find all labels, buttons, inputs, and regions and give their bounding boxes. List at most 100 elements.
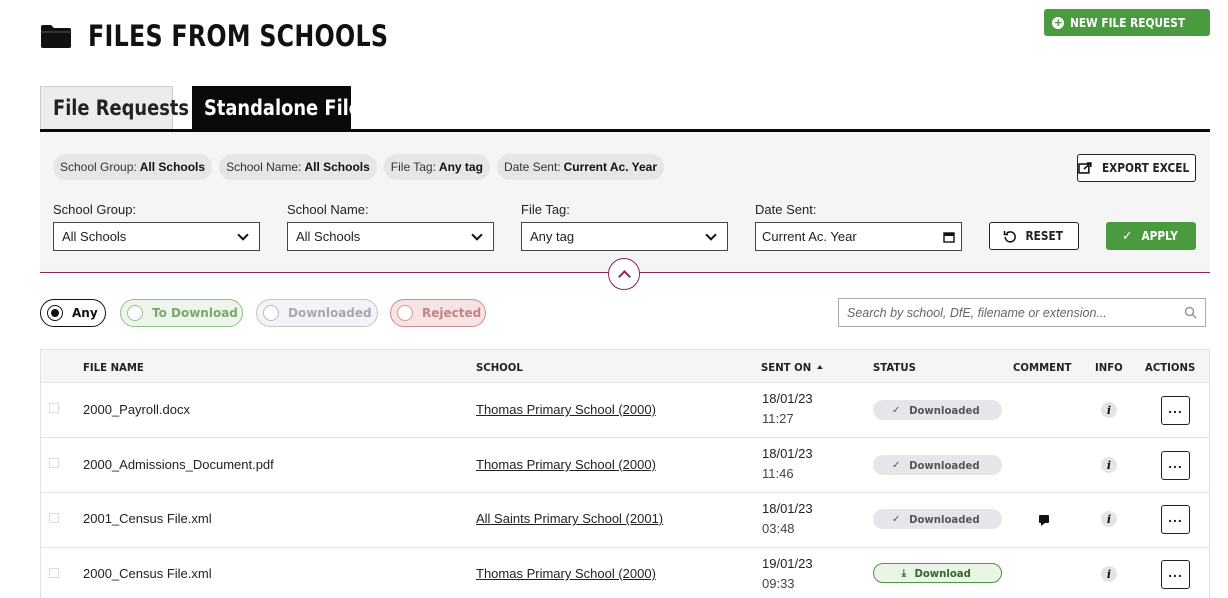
row-checkbox[interactable] xyxy=(49,403,59,413)
tab-standalone-files[interactable]: Standalone Files xyxy=(192,86,372,129)
sent-on: 18/01/23 03:48 xyxy=(762,499,813,539)
table-row[interactable]: 2000_Census File.xml Thomas Primary Scho… xyxy=(41,548,1209,598)
calendar-icon[interactable] xyxy=(943,231,955,243)
sent-date: 18/01/23 xyxy=(762,446,813,461)
chip-value: All Schools xyxy=(304,160,370,174)
school-group-value: All Schools xyxy=(62,229,127,244)
sent-date: 18/01/23 xyxy=(762,501,813,516)
filter-chip-file-tag[interactable]: File Tag: Any tag xyxy=(383,154,490,180)
table-row[interactable]: 2000_Payroll.docx Thomas Primary School … xyxy=(41,383,1209,438)
table-row[interactable]: 2001_Census File.xml All Saints Primary … xyxy=(41,493,1209,548)
chip-key: School Group: xyxy=(60,160,137,174)
school-link[interactable]: All Saints Primary School (2001) xyxy=(476,511,663,526)
status-radio-label: Downloaded xyxy=(288,306,372,320)
chevron-down-icon xyxy=(705,228,717,241)
file-tag-value: Any tag xyxy=(530,229,575,244)
files-table: FILE NAME SCHOOL SENT ON STATUS COMMENT … xyxy=(40,349,1210,598)
file-name: 2000_Payroll.docx xyxy=(83,402,190,417)
chip-key: Date Sent: xyxy=(503,160,561,174)
chip-value: All Schools xyxy=(139,160,206,174)
status-radio-label: To Download xyxy=(152,306,238,320)
school-link[interactable]: Thomas Primary School (2000) xyxy=(476,402,656,417)
status-label: Downloaded xyxy=(909,458,980,472)
sort-ascending-icon xyxy=(816,365,823,369)
actions-menu-button[interactable]: ... xyxy=(1161,396,1190,425)
tab-file-requests-label: File Requests xyxy=(53,96,189,120)
new-file-request-button[interactable]: + NEW FILE REQUEST xyxy=(1044,9,1210,36)
column-header-sent-on[interactable]: SENT ON xyxy=(761,361,823,374)
sent-date: 19/01/23 xyxy=(762,556,813,571)
actions-menu-button[interactable]: ... xyxy=(1161,560,1190,589)
info-icon[interactable]: i xyxy=(1101,511,1117,527)
search-input[interactable]: Search by school, DfE, filename or exten… xyxy=(838,298,1206,327)
filter-chip-school-name[interactable]: School Name: All Schools xyxy=(219,154,377,180)
chip-value: Current Ac. Year xyxy=(563,160,658,174)
column-header-file-name[interactable]: FILE NAME xyxy=(83,361,144,374)
row-checkbox[interactable] xyxy=(49,458,59,468)
column-header-actions: ACTIONS xyxy=(1145,361,1196,374)
school-group-select[interactable]: All Schools xyxy=(53,222,260,251)
check-icon: ✓ xyxy=(1121,228,1133,244)
sent-time: 03:48 xyxy=(762,521,795,536)
radio-icon xyxy=(263,305,279,321)
status-radio-any[interactable]: Any xyxy=(40,299,106,327)
actions-menu-button[interactable]: ... xyxy=(1161,505,1190,534)
sent-on: 18/01/23 11:46 xyxy=(762,444,813,484)
tab-file-requests[interactable]: File Requests xyxy=(40,86,189,129)
school-name-select[interactable]: All Schools xyxy=(287,222,494,251)
tab-bar: File Requests Standalone Files xyxy=(40,86,372,129)
info-icon[interactable]: i xyxy=(1101,402,1117,418)
school-group-label: School Group: xyxy=(53,202,137,217)
status-label: Download xyxy=(914,566,971,580)
column-header-status[interactable]: STATUS xyxy=(873,361,916,374)
row-checkbox[interactable] xyxy=(49,568,59,578)
file-tag-select[interactable]: Any tag xyxy=(521,222,728,251)
filter-chip-date-sent[interactable]: Date Sent: Current Ac. Year xyxy=(496,154,665,180)
file-name: 2001_Census File.xml xyxy=(83,511,212,526)
status-radio-rejected[interactable]: Rejected xyxy=(390,299,486,327)
row-checkbox[interactable] xyxy=(49,513,59,523)
radio-selected-icon xyxy=(47,305,63,321)
actions-menu-button[interactable]: ... xyxy=(1161,451,1190,480)
filter-chip-school-group[interactable]: School Group: All Schools xyxy=(53,154,213,180)
sent-on: 19/01/23 09:33 xyxy=(762,554,813,594)
new-file-request-label: NEW FILE REQUEST xyxy=(1070,15,1186,30)
apply-button[interactable]: ✓ APPLY xyxy=(1106,222,1196,250)
status-label: Downloaded xyxy=(909,512,980,526)
collapse-filters-button[interactable] xyxy=(608,258,640,290)
tab-standalone-files-label: Standalone Files xyxy=(204,95,372,120)
school-link[interactable]: Thomas Primary School (2000) xyxy=(476,566,656,581)
external-link-icon xyxy=(1078,162,1092,174)
reset-label: RESET xyxy=(1025,229,1063,243)
check-icon: ✓ xyxy=(891,404,901,416)
comment-icon[interactable] xyxy=(1039,515,1049,526)
status-radio-to-download[interactable]: To Download xyxy=(120,299,243,327)
sent-date: 18/01/23 xyxy=(762,391,813,406)
school-link[interactable]: Thomas Primary School (2000) xyxy=(476,457,656,472)
sent-time: 09:33 xyxy=(762,576,795,591)
reset-button[interactable]: RESET xyxy=(989,222,1079,250)
filter-panel: School Group: All Schools School Name: A… xyxy=(40,132,1210,273)
column-header-info: INFO xyxy=(1095,361,1123,374)
info-icon[interactable]: i xyxy=(1101,457,1117,473)
plus-circle-icon: + xyxy=(1052,16,1065,29)
info-icon[interactable]: i xyxy=(1101,566,1117,582)
status-radio-downloaded[interactable]: Downloaded xyxy=(256,299,378,327)
search-placeholder: Search by school, DfE, filename or exten… xyxy=(847,305,1107,320)
table-row[interactable]: 2000_Admissions_Document.pdf Thomas Prim… xyxy=(41,438,1209,493)
status-badge: ✓ Downloaded xyxy=(873,455,1002,475)
active-filter-chips: School Group: All Schools School Name: A… xyxy=(53,154,671,180)
export-excel-button[interactable]: EXPORT EXCEL xyxy=(1077,154,1196,182)
table-header: FILE NAME SCHOOL SENT ON STATUS COMMENT … xyxy=(41,350,1209,383)
date-sent-input[interactable]: Current Ac. Year xyxy=(755,222,962,251)
status-radio-label: Rejected xyxy=(422,306,482,320)
download-button[interactable]: ⤓ Download xyxy=(873,563,1002,583)
search-icon[interactable] xyxy=(1184,306,1197,319)
page-header: FILES FROM SCHOOLS xyxy=(40,16,454,56)
status-radio-label: Any xyxy=(72,306,98,320)
chip-key: File Tag: xyxy=(390,160,436,174)
folder-icon xyxy=(40,23,72,49)
radio-icon xyxy=(127,305,143,321)
status-badge: ✓ Downloaded xyxy=(873,400,1002,420)
column-header-school[interactable]: SCHOOL xyxy=(476,361,523,374)
